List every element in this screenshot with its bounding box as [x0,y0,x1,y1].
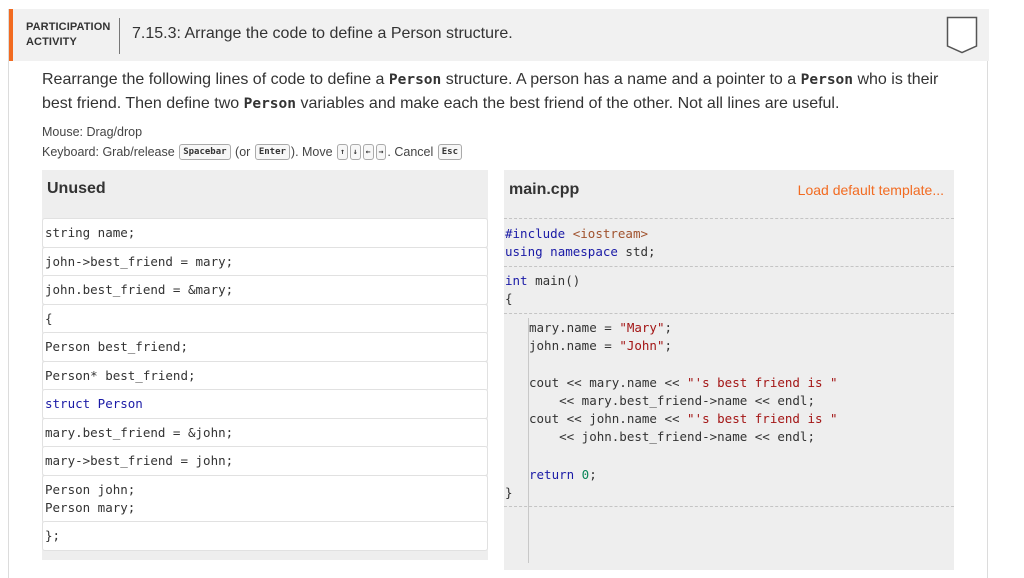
enter-key: Enter [254,144,290,160]
mary-name-line: mary.name = "Mary"; [529,320,672,335]
code-block[interactable]: { [42,304,488,334]
code-block[interactable]: mary.best_friend = &john; [42,418,488,448]
mouse-instructions: Mouse: Drag/drop [42,125,143,139]
code-block[interactable]: mary->best_friend = john; [42,446,488,476]
cout-mary-cont-line: << mary.best_friend->name << endl; [529,393,815,408]
main-file-title: main.cpp [509,181,580,198]
code-block[interactable]: john->best_friend = mary; [42,247,488,277]
using-line: using namespace std; [505,244,656,259]
dashed-divider [504,313,954,314]
code-person: Person [800,72,854,88]
code-block[interactable]: }; [42,521,488,551]
activity-type-label: PARTICIPATION ACTIVITY [26,20,110,50]
cout-john-line: cout << john.name << "'s best friend is … [529,411,838,426]
cout-mary-line: cout << mary.name << "'s best friend is … [529,375,838,390]
header-divider [119,18,120,54]
header-accent-bar [9,9,13,61]
instructions-text: Rearrange the following lines of code to… [42,71,939,112]
dashed-divider [504,218,954,219]
dashed-divider [504,506,954,507]
close-brace-line: } [505,485,513,500]
main-signature-line: int main() [505,273,581,288]
activity-type-line2: ACTIVITY [26,36,77,48]
arrow-right-key: → [375,144,387,160]
code-block[interactable]: struct Person [42,389,488,419]
activity-type-line1: PARTICIPATION [26,21,111,33]
open-brace-line: { [505,291,513,306]
code-block[interactable]: string name; [42,218,488,248]
cout-john-cont-line: << john.best_friend->name << endl; [529,429,815,444]
keyboard-instructions: Keyboard: Grab/release Spacebar (or Ente… [42,144,463,160]
main-cpp-panel: main.cpp Load default template... #inclu… [504,170,954,570]
bookmark-icon[interactable] [946,16,978,54]
activity-title: 7.15.3: Arrange the code to define a Per… [132,25,513,42]
john-name-line: john.name = "John"; [529,338,672,353]
arrow-left-key: ← [362,144,374,160]
return-line: return 0; [529,467,597,482]
dashed-divider [504,266,954,267]
code-block[interactable]: Person john; Person mary; [42,475,488,523]
esc-key: Esc [437,144,462,160]
activity-header: PARTICIPATION ACTIVITY 7.15.3: Arrange t… [9,9,989,61]
arrow-up-key: ↑ [337,144,348,160]
load-default-template-link[interactable]: Load default template... [798,182,944,198]
spacebar-key: Spacebar [179,144,231,160]
code-block[interactable]: Person* best_friend; [42,361,488,391]
code-block[interactable]: john.best_friend = &mary; [42,275,488,305]
unused-title: Unused [47,180,106,197]
code-block[interactable]: Person best_friend; [42,332,488,362]
code-person: Person [388,72,442,88]
include-line: #include <iostream> [505,226,649,241]
unused-panel: Unused string name; john->best_friend = … [42,170,488,560]
code-person: Person [243,96,296,112]
arrow-down-key: ↓ [349,144,361,160]
